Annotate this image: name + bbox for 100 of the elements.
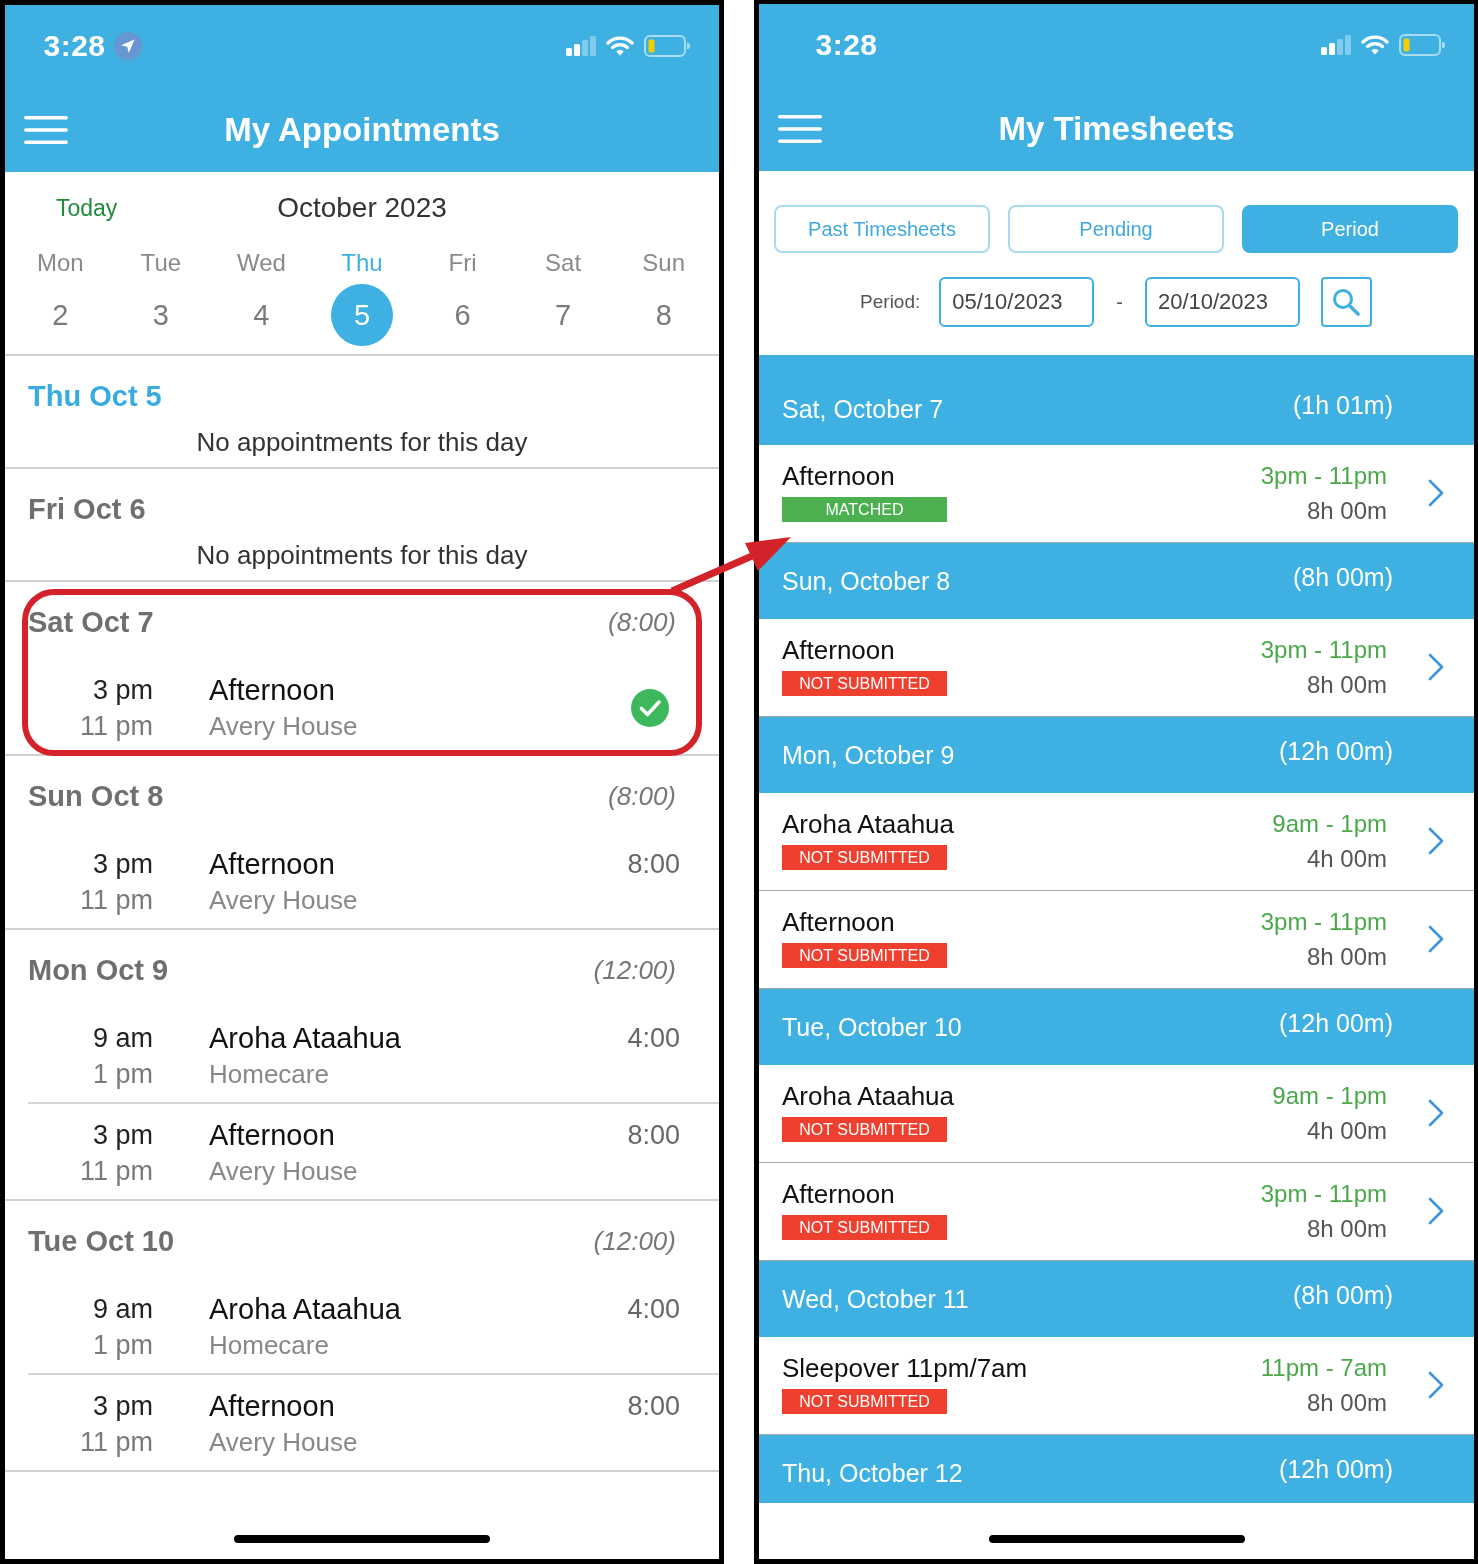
start-date-field[interactable]: 05/10/2023 xyxy=(939,277,1095,327)
appointment-location: Avery House xyxy=(209,710,358,743)
date-button[interactable]: 6 xyxy=(431,284,494,346)
empty-day-message: No appointments for this day xyxy=(196,426,528,459)
group-date: Tue, October 10 xyxy=(782,1012,962,1042)
date-button[interactable]: 4 xyxy=(230,284,293,346)
shift-duration: 8h 00m xyxy=(1306,496,1387,526)
status-badge: NOT SUBMITTED xyxy=(782,1215,947,1240)
appointment-title: Aroha Ataahua xyxy=(209,1021,401,1056)
weekday-label: Tue xyxy=(140,248,182,278)
shift-time-range: 9am - 1pm xyxy=(1272,1081,1387,1111)
date-button[interactable]: 2 xyxy=(29,284,92,346)
empty-day-message: No appointments for this day xyxy=(196,539,528,572)
weekday-label: Mon xyxy=(36,248,84,278)
start-time: 9 am xyxy=(92,1293,153,1326)
date-button[interactable]: 8 xyxy=(632,284,695,346)
weekday-label: Sun xyxy=(642,248,686,278)
shift-duration: 4h 00m xyxy=(1306,1116,1387,1146)
end-time: 1 pm xyxy=(92,1329,153,1362)
date-button[interactable]: 3 xyxy=(129,284,192,346)
appointment-title: Afternoon xyxy=(209,1389,335,1424)
appointment-duration: 4:00 xyxy=(627,1022,680,1055)
menu-icon[interactable] xyxy=(778,114,822,143)
battery-icon xyxy=(1399,34,1445,56)
filter-tab[interactable]: Period xyxy=(1242,205,1458,253)
status-badge: NOT SUBMITTED xyxy=(782,943,947,968)
group-total-hours: (1h 01m) xyxy=(1292,390,1393,420)
appointment-duration: 8:00 xyxy=(627,848,680,881)
appointment-location: Homecare xyxy=(209,1329,329,1362)
shift-title: Aroha Ataahua xyxy=(782,1081,955,1111)
chevron-right-icon[interactable] xyxy=(1428,1371,1444,1399)
wifi-icon xyxy=(1361,35,1389,55)
battery-icon xyxy=(644,35,690,57)
day-heading: Thu Oct 5 xyxy=(28,379,162,413)
status-badge: MATCHED xyxy=(782,497,947,522)
shift-time-range: 3pm - 11pm xyxy=(1260,461,1387,491)
day-heading: Sat Oct 7 xyxy=(28,605,154,639)
appointment-title: Afternoon xyxy=(209,847,335,882)
weekday-label: Wed xyxy=(236,248,286,278)
chevron-right-icon[interactable] xyxy=(1428,653,1444,681)
date-button[interactable]: 7 xyxy=(532,284,595,346)
start-time: 3 pm xyxy=(92,1119,153,1152)
status-badge: NOT SUBMITTED xyxy=(782,1389,947,1414)
date-separator: - xyxy=(1116,290,1123,314)
appointment-duration: 8:00 xyxy=(627,1119,680,1152)
appointment-title: Aroha Ataahua xyxy=(209,1292,401,1327)
status-time: 3:28 xyxy=(815,28,878,62)
appointment-location: Homecare xyxy=(209,1058,329,1091)
shift-title: Aroha Ataahua xyxy=(782,809,955,839)
day-heading: Mon Oct 9 xyxy=(28,953,169,987)
shift-time-range: 9am - 1pm xyxy=(1272,809,1387,839)
chevron-right-icon[interactable] xyxy=(1428,1099,1444,1127)
filter-tab[interactable]: Past Timesheets xyxy=(774,205,990,253)
shift-duration: 4h 00m xyxy=(1306,844,1387,874)
group-total-hours: (12h 00m) xyxy=(1279,1008,1393,1038)
group-date: Wed, October 11 xyxy=(782,1284,969,1314)
screen-title: My Appointments xyxy=(224,110,500,149)
shift-title: Afternoon xyxy=(782,635,895,665)
filter-tab[interactable]: Pending xyxy=(1008,205,1224,253)
status-badge: NOT SUBMITTED xyxy=(782,845,947,870)
end-time: 11 pm xyxy=(79,1155,153,1188)
shift-duration: 8h 00m xyxy=(1306,1214,1387,1244)
chevron-right-icon[interactable] xyxy=(1428,827,1444,855)
chevron-right-icon[interactable] xyxy=(1428,1197,1444,1225)
date-button[interactable]: 5 xyxy=(331,284,393,346)
start-time: 3 pm xyxy=(92,1390,153,1423)
wifi-icon xyxy=(606,36,634,56)
search-button[interactable] xyxy=(1320,277,1372,327)
appointment-title: Afternoon xyxy=(209,673,335,708)
menu-icon[interactable] xyxy=(24,115,68,144)
status-badge: NOT SUBMITTED xyxy=(782,1117,947,1142)
shift-title: Afternoon xyxy=(782,907,895,937)
chevron-right-icon[interactable] xyxy=(1428,479,1444,507)
start-time: 3 pm xyxy=(92,848,153,881)
start-time: 3 pm xyxy=(92,674,153,707)
shift-title: Sleepover 11pm/7am xyxy=(782,1353,1028,1383)
end-time: 11 pm xyxy=(79,1426,153,1459)
shift-title: Afternoon xyxy=(782,461,895,491)
day-heading: Tue Oct 10 xyxy=(28,1224,175,1258)
search-icon xyxy=(1332,288,1361,316)
signal-icon xyxy=(566,36,596,56)
shift-duration: 8h 00m xyxy=(1306,942,1387,972)
group-date: Sat, October 7 xyxy=(782,394,944,424)
appointment-location: Avery House xyxy=(209,884,358,917)
end-date-field[interactable]: 20/10/2023 xyxy=(1144,277,1300,327)
end-time: 1 pm xyxy=(92,1058,153,1091)
group-total-hours: (12h 00m) xyxy=(1279,736,1393,766)
appointment-duration: 4:00 xyxy=(627,1293,680,1326)
period-label: Period: xyxy=(860,291,921,313)
today-button[interactable]: Today xyxy=(56,194,118,222)
start-time: 9 am xyxy=(92,1022,153,1055)
status-time: 3:28 xyxy=(43,29,106,63)
appointment-title: Afternoon xyxy=(209,1118,335,1153)
group-date: Mon, October 9 xyxy=(782,740,955,770)
weekday-label: Thu xyxy=(341,248,383,278)
shift-duration: 8h 00m xyxy=(1306,670,1387,700)
group-total-hours: (8h 00m) xyxy=(1292,1280,1393,1310)
group-date: Sun, October 8 xyxy=(782,566,951,596)
chevron-right-icon[interactable] xyxy=(1428,925,1444,953)
shift-time-range: 11pm - 7am xyxy=(1260,1353,1387,1383)
